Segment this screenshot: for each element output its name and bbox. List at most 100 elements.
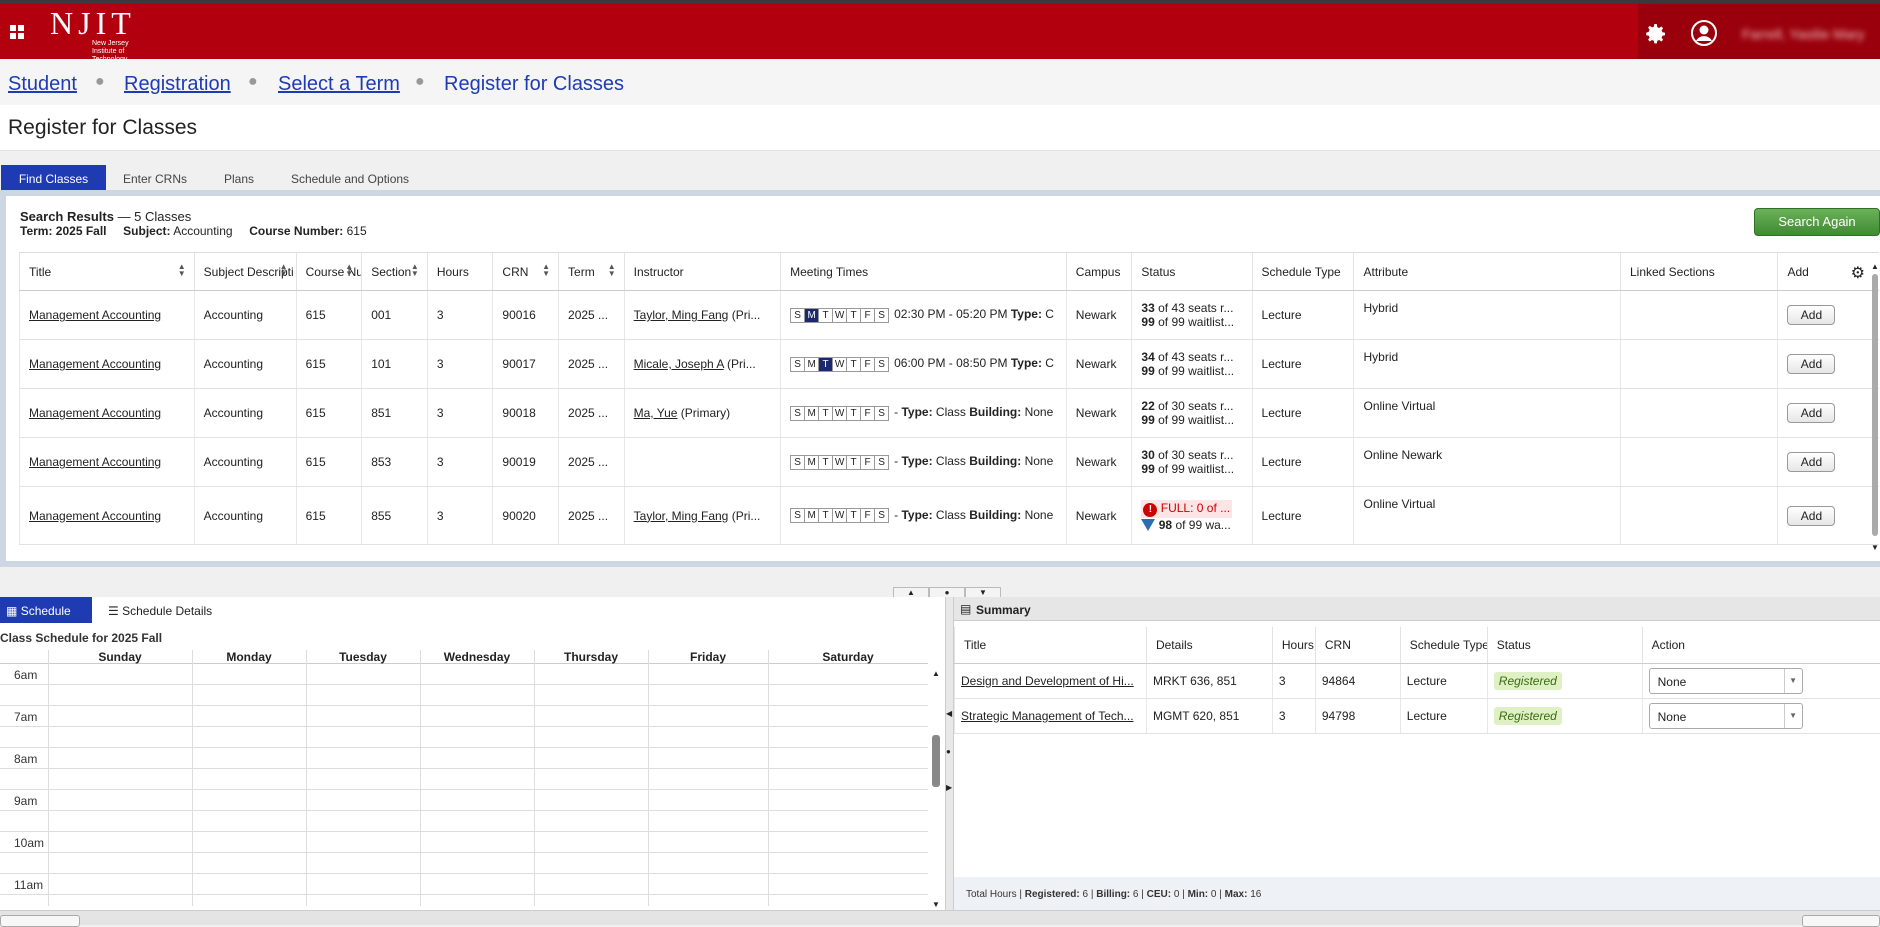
calendar-icon: ▦ [6,604,17,618]
sort-icon[interactable]: ▲▼ [178,263,186,277]
column-header[interactable]: Course Nu▲▼ [296,253,362,291]
bottom-left-button[interactable] [0,915,80,927]
action-select[interactable]: None▼ [1649,668,1803,694]
column-header[interactable]: Linked Sections [1620,253,1777,291]
meeting-time: 06:00 PM - 08:50 PM [894,356,1007,370]
calendar-scrollbar[interactable]: ▲ ▼ [931,669,941,909]
calendar-half-hour-row[interactable] [0,706,928,727]
tab-schedule[interactable]: ▦ Schedule [0,597,92,623]
building-label: Building: [969,405,1021,419]
breadcrumb-registration[interactable]: Registration [124,73,231,96]
subject-cell: Accounting [204,509,263,523]
scroll-thumb[interactable] [932,735,940,787]
results-scrollbar[interactable]: ▲ ▼ [1870,262,1880,552]
column-header[interactable]: Subject Descripti▲▼ [194,253,296,291]
breadcrumb-select-term[interactable]: Select a Term [278,73,400,96]
column-header[interactable]: Section▲▼ [362,253,428,291]
sort-icon[interactable]: ▲▼ [411,263,419,277]
column-header[interactable]: Hours [427,253,493,291]
column-header[interactable]: Schedule Type [1252,253,1354,291]
add-button[interactable]: Add [1787,305,1835,325]
tab-schedule-details[interactable]: ☰ Schedule Details [108,597,228,623]
registered-course-link[interactable]: Strategic Management of Tech... [961,709,1134,723]
calendar-half-hour-row[interactable] [0,874,928,895]
breadcrumb: Student ● Registration ● Select a Term ●… [0,59,1880,105]
column-header[interactable]: Add⚙ [1778,253,1879,291]
bottom-right-button[interactable] [1802,915,1880,927]
vertical-splitter[interactable]: ◀ ● ▶ [945,597,954,910]
add-button[interactable]: Add [1787,506,1835,526]
sort-icon[interactable]: ▲▼ [280,263,288,277]
scroll-down-icon[interactable]: ▼ [1871,543,1879,552]
calendar-half-hour-row[interactable] [0,895,928,906]
course-title-link[interactable]: Management Accounting [29,308,161,322]
collapse-left-icon[interactable]: ◀ [946,709,952,718]
calendar-half-hour-row[interactable] [0,664,928,685]
column-header[interactable]: CRN▲▼ [493,253,559,291]
course-title-link[interactable]: Management Accounting [29,357,161,371]
column-header[interactable]: Instructor [624,253,780,291]
action-select[interactable]: None▼ [1649,703,1803,729]
instructor-link[interactable]: Micale, Joseph A [634,357,724,371]
column-header[interactable]: Status [1132,253,1252,291]
summary-row: Strategic Management of Tech...MGMT 620,… [955,698,1880,733]
calendar-half-hour-row[interactable] [0,727,928,748]
column-header[interactable]: Meeting Times [781,253,1067,291]
scroll-down-icon[interactable]: ▼ [932,900,940,909]
calendar-hour-label: 9am [14,794,37,808]
sort-icon[interactable]: ▲▼ [345,263,353,277]
splitter-handle-icon[interactable]: ● [946,747,951,756]
scroll-thumb[interactable] [1872,274,1878,536]
njit-logo[interactable]: NJIT New Jersey Institute of Technology [50,8,160,58]
schedule-type-cell: Lecture [1262,308,1302,322]
user-icon[interactable] [1691,20,1717,46]
course-number-cell: 615 [306,509,326,523]
meeting-type-label: Type: [1011,356,1042,370]
waitlist-status: 99 of 99 waitlist... [1141,413,1251,427]
add-button[interactable]: Add [1787,403,1835,423]
column-header[interactable]: Attribute [1354,253,1621,291]
scroll-up-icon[interactable]: ▲ [932,669,940,678]
calendar-half-hour-row[interactable] [0,685,928,706]
user-name[interactable]: Farrell, Yasilie Mary [1742,26,1864,42]
column-header[interactable]: Campus [1066,253,1132,291]
day-box: T [846,357,861,372]
instructor-link[interactable]: Taylor, Ming Fang [634,509,729,523]
meeting-type: Class [933,405,970,419]
calendar-half-hour-row[interactable] [0,811,928,832]
add-button[interactable]: Add [1787,354,1835,374]
calendar-half-hour-row[interactable] [0,832,928,853]
collapse-right-icon[interactable]: ▶ [946,783,952,792]
day-box: S [790,455,805,470]
breadcrumb-student[interactable]: Student [8,73,77,96]
add-button[interactable]: Add [1787,452,1835,472]
panel-splitter[interactable]: ▲●▼ [893,584,1003,596]
calendar-half-hour-row[interactable] [0,790,928,811]
apps-grid-icon[interactable] [10,25,24,39]
gear-icon[interactable] [1644,22,1668,46]
course-title-link[interactable]: Management Accounting [29,455,161,469]
chevron-down-icon[interactable]: ▼ [1784,669,1802,693]
course-title-link[interactable]: Management Accounting [29,406,161,420]
instructor-link[interactable]: Ma, Yue [634,406,678,420]
search-again-button[interactable]: Search Again [1754,208,1880,236]
tab-enter-crns[interactable]: Enter CRNs [110,165,200,191]
tab-plans[interactable]: Plans [210,165,268,191]
chevron-down-icon[interactable]: ▼ [1784,704,1802,728]
course-title-link[interactable]: Management Accounting [29,509,161,523]
linked-sections-cell [1620,487,1777,545]
tab-schedule-options[interactable]: Schedule and Options [280,165,420,191]
column-header[interactable]: Title▲▼ [20,253,195,291]
column-settings-icon[interactable]: ⚙ [1851,263,1865,283]
calendar-half-hour-row[interactable] [0,853,928,874]
calendar-half-hour-row[interactable] [0,748,928,769]
registered-course-link[interactable]: Design and Development of Hi... [961,674,1134,688]
breadcrumb-separator: ● [95,73,105,91]
scroll-up-icon[interactable]: ▲ [1871,262,1879,271]
sort-icon[interactable]: ▲▼ [608,263,616,277]
tab-find-classes[interactable]: Find Classes [1,165,106,191]
column-header[interactable]: Term▲▼ [559,253,625,291]
instructor-link[interactable]: Taylor, Ming Fang [634,308,729,322]
calendar-half-hour-row[interactable] [0,769,928,790]
sort-icon[interactable]: ▲▼ [542,263,550,277]
